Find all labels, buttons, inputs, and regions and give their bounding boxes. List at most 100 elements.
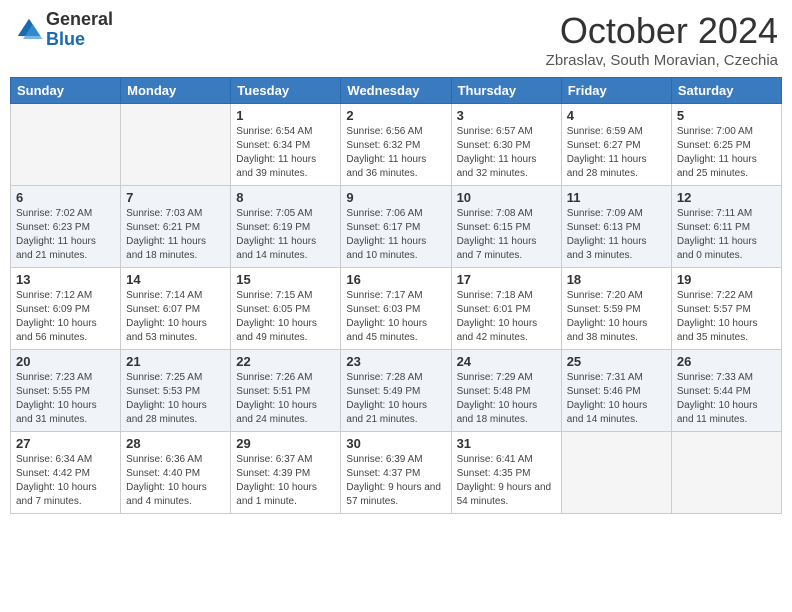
day-number: 2 <box>346 108 445 123</box>
day-info: Sunrise: 7:12 AM Sunset: 6:09 PM Dayligh… <box>16 289 115 345</box>
day-info: Sunrise: 6:36 AM Sunset: 4:40 PM Dayligh… <box>126 453 225 509</box>
day-info: Sunrise: 7:09 AM Sunset: 6:13 PM Dayligh… <box>567 207 666 263</box>
day-info: Sunrise: 7:28 AM Sunset: 5:49 PM Dayligh… <box>346 371 445 427</box>
day-number: 24 <box>457 354 556 369</box>
calendar-cell: 11 Sunrise: 7:09 AM Sunset: 6:13 PM Dayli… <box>561 186 671 268</box>
day-info: Sunrise: 7:31 AM Sunset: 5:46 PM Dayligh… <box>567 371 666 427</box>
calendar-cell: 19Sunrise: 7:22 AM Sunset: 5:57 PM Dayli… <box>671 268 781 350</box>
day-number: 22 <box>236 354 335 369</box>
day-number: 21 <box>126 354 225 369</box>
day-info: Sunrise: 6:59 AM Sunset: 6:27 PM Dayligh… <box>567 125 666 181</box>
calendar-cell: 18 Sunrise: 7:20 AM Sunset: 5:59 PM Dayli… <box>561 268 671 350</box>
calendar-cell <box>121 104 231 186</box>
calendar-cell: 12Sunrise: 7:11 AM Sunset: 6:11 PM Dayli… <box>671 186 781 268</box>
calendar-cell: 15 Sunrise: 7:15 AM Sunset: 6:05 PM Dayli… <box>231 268 341 350</box>
day-info: Sunrise: 6:41 AM Sunset: 4:35 PM Dayligh… <box>457 453 556 509</box>
day-info: Sunrise: 7:06 AM Sunset: 6:17 PM Dayligh… <box>346 207 445 263</box>
day-info: Sunrise: 7:11 AM Sunset: 6:11 PM Dayligh… <box>677 207 776 263</box>
location: Zbraslav, South Moravian, Czechia <box>546 52 778 69</box>
page-header: General Blue October 2024 Zbraslav, Sout… <box>10 10 782 69</box>
day-number: 10 <box>457 190 556 205</box>
day-number: 27 <box>16 436 115 451</box>
day-number: 11 <box>567 190 666 205</box>
day-info: Sunrise: 7:08 AM Sunset: 6:15 PM Dayligh… <box>457 207 556 263</box>
day-info: Sunrise: 6:57 AM Sunset: 6:30 PM Dayligh… <box>457 125 556 181</box>
logo-text: General Blue <box>46 10 113 50</box>
calendar-cell: 24 Sunrise: 7:29 AM Sunset: 5:48 PM Dayli… <box>451 350 561 432</box>
day-number: 23 <box>346 354 445 369</box>
day-number: 14 <box>126 272 225 287</box>
logo-icon <box>14 15 44 45</box>
day-info: Sunrise: 7:29 AM Sunset: 5:48 PM Dayligh… <box>457 371 556 427</box>
calendar-cell: 5 Sunrise: 7:00 AM Sunset: 6:25 PM Daylig… <box>671 104 781 186</box>
calendar-cell: 14Sunrise: 7:14 AM Sunset: 6:07 PM Dayli… <box>121 268 231 350</box>
calendar-week-row: 13 Sunrise: 7:12 AM Sunset: 6:09 PM Dayli… <box>11 268 782 350</box>
day-info: Sunrise: 7:00 AM Sunset: 6:25 PM Dayligh… <box>677 125 776 181</box>
day-number: 18 <box>567 272 666 287</box>
day-number: 25 <box>567 354 666 369</box>
logo-blue: Blue <box>46 30 113 50</box>
calendar-cell: 8 Sunrise: 7:05 AM Sunset: 6:19 PM Daylig… <box>231 186 341 268</box>
calendar-week-row: 20 Sunrise: 7:23 AM Sunset: 5:55 PM Dayli… <box>11 350 782 432</box>
day-info: Sunrise: 7:15 AM Sunset: 6:05 PM Dayligh… <box>236 289 335 345</box>
day-info: Sunrise: 7:05 AM Sunset: 6:19 PM Dayligh… <box>236 207 335 263</box>
day-number: 28 <box>126 436 225 451</box>
day-number: 15 <box>236 272 335 287</box>
day-number: 13 <box>16 272 115 287</box>
day-info: Sunrise: 7:03 AM Sunset: 6:21 PM Dayligh… <box>126 207 225 263</box>
day-info: Sunrise: 7:25 AM Sunset: 5:53 PM Dayligh… <box>126 371 225 427</box>
weekday-header-saturday: Saturday <box>671 78 781 104</box>
weekday-header-thursday: Thursday <box>451 78 561 104</box>
calendar-cell: 20 Sunrise: 7:23 AM Sunset: 5:55 PM Dayli… <box>11 350 121 432</box>
month-title: October 2024 <box>546 10 778 52</box>
calendar-cell: 9 Sunrise: 7:06 AM Sunset: 6:17 PM Daylig… <box>341 186 451 268</box>
day-number: 29 <box>236 436 335 451</box>
calendar-cell: 22 Sunrise: 7:26 AM Sunset: 5:51 PM Dayli… <box>231 350 341 432</box>
logo: General Blue <box>14 10 113 50</box>
calendar-cell <box>11 104 121 186</box>
calendar-cell: 17Sunrise: 7:18 AM Sunset: 6:01 PM Dayli… <box>451 268 561 350</box>
day-info: Sunrise: 7:17 AM Sunset: 6:03 PM Dayligh… <box>346 289 445 345</box>
day-number: 20 <box>16 354 115 369</box>
calendar-table: SundayMondayTuesdayWednesdayThursdayFrid… <box>10 77 782 514</box>
day-number: 4 <box>567 108 666 123</box>
calendar-cell: 6Sunrise: 7:02 AM Sunset: 6:23 PM Daylig… <box>11 186 121 268</box>
logo-general: General <box>46 10 113 30</box>
calendar-cell: 21 Sunrise: 7:25 AM Sunset: 5:53 PM Dayli… <box>121 350 231 432</box>
day-number: 5 <box>677 108 776 123</box>
calendar-cell: 27 Sunrise: 6:34 AM Sunset: 4:42 PM Dayli… <box>11 432 121 514</box>
weekday-header-monday: Monday <box>121 78 231 104</box>
day-number: 30 <box>346 436 445 451</box>
calendar-cell: 26Sunrise: 7:33 AM Sunset: 5:44 PM Dayli… <box>671 350 781 432</box>
calendar-week-row: 1 Sunrise: 6:54 AM Sunset: 6:34 PM Daylig… <box>11 104 782 186</box>
day-number: 3 <box>457 108 556 123</box>
calendar-cell: 28 Sunrise: 6:36 AM Sunset: 4:40 PM Dayli… <box>121 432 231 514</box>
calendar-cell: 7Sunrise: 7:03 AM Sunset: 6:21 PM Daylig… <box>121 186 231 268</box>
day-number: 26 <box>677 354 776 369</box>
day-info: Sunrise: 6:54 AM Sunset: 6:34 PM Dayligh… <box>236 125 335 181</box>
day-info: Sunrise: 7:20 AM Sunset: 5:59 PM Dayligh… <box>567 289 666 345</box>
calendar-cell <box>561 432 671 514</box>
weekday-header-row: SundayMondayTuesdayWednesdayThursdayFrid… <box>11 78 782 104</box>
day-number: 9 <box>346 190 445 205</box>
calendar-cell: 13 Sunrise: 7:12 AM Sunset: 6:09 PM Dayli… <box>11 268 121 350</box>
calendar-cell: 2 Sunrise: 6:56 AM Sunset: 6:32 PM Daylig… <box>341 104 451 186</box>
day-info: Sunrise: 7:23 AM Sunset: 5:55 PM Dayligh… <box>16 371 115 427</box>
weekday-header-sunday: Sunday <box>11 78 121 104</box>
calendar-cell: 4 Sunrise: 6:59 AM Sunset: 6:27 PM Daylig… <box>561 104 671 186</box>
day-number: 1 <box>236 108 335 123</box>
calendar-week-row: 27 Sunrise: 6:34 AM Sunset: 4:42 PM Dayli… <box>11 432 782 514</box>
title-area: October 2024 Zbraslav, South Moravian, C… <box>546 10 778 69</box>
calendar-cell: 23 Sunrise: 7:28 AM Sunset: 5:49 PM Dayli… <box>341 350 451 432</box>
day-number: 8 <box>236 190 335 205</box>
day-info: Sunrise: 7:18 AM Sunset: 6:01 PM Dayligh… <box>457 289 556 345</box>
calendar-cell: 31Sunrise: 6:41 AM Sunset: 4:35 PM Dayli… <box>451 432 561 514</box>
day-info: Sunrise: 6:37 AM Sunset: 4:39 PM Dayligh… <box>236 453 335 509</box>
weekday-header-friday: Friday <box>561 78 671 104</box>
calendar-cell: 25 Sunrise: 7:31 AM Sunset: 5:46 PM Dayli… <box>561 350 671 432</box>
calendar-cell: 1 Sunrise: 6:54 AM Sunset: 6:34 PM Daylig… <box>231 104 341 186</box>
day-info: Sunrise: 6:34 AM Sunset: 4:42 PM Dayligh… <box>16 453 115 509</box>
day-info: Sunrise: 7:26 AM Sunset: 5:51 PM Dayligh… <box>236 371 335 427</box>
day-info: Sunrise: 7:22 AM Sunset: 5:57 PM Dayligh… <box>677 289 776 345</box>
day-info: Sunrise: 6:56 AM Sunset: 6:32 PM Dayligh… <box>346 125 445 181</box>
